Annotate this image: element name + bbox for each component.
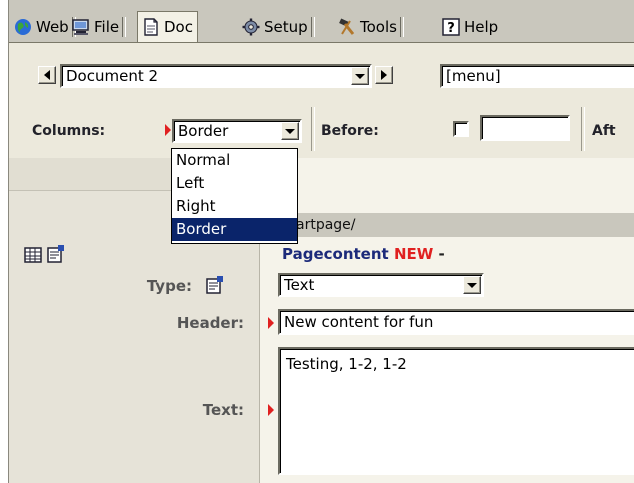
gear-icon (242, 18, 260, 36)
left-margin (0, 0, 8, 483)
columns-dropdown-button[interactable] (281, 122, 299, 140)
tab-doc[interactable]: Doc (137, 11, 198, 42)
before-label: Before: (321, 123, 379, 139)
prev-document-button[interactable] (38, 66, 56, 84)
option-right[interactable]: Right (172, 195, 297, 218)
text-area[interactable]: Testing, 1-2, 1-2 (278, 347, 634, 475)
columns-select[interactable]: Border (172, 119, 302, 143)
text-label: Text: (202, 401, 244, 419)
page-title: Pagecontent NEW - (282, 245, 445, 263)
arrow-left-icon (44, 70, 50, 80)
properties-icon[interactable] (205, 275, 225, 295)
tab-label: Doc (164, 18, 193, 36)
document-select-dropdown-button[interactable] (351, 67, 369, 85)
tab-help[interactable]: ? Help (438, 15, 502, 39)
option-border[interactable]: Border (172, 218, 297, 241)
toolbar-panel: Document 2 [menu] Columns: Border Before… (8, 42, 634, 158)
type-dropdown-button[interactable] (463, 276, 481, 294)
option-normal[interactable]: Normal (172, 149, 297, 172)
properties-icon[interactable] (46, 244, 66, 264)
header-input[interactable]: New content for fun (278, 309, 634, 335)
path-breadcrumb: artpage/ (278, 213, 634, 237)
tab-tools[interactable]: Tools (334, 15, 404, 39)
tab-label: Help (464, 18, 499, 36)
tab-label: File (94, 18, 120, 36)
menu-select[interactable]: [menu] (440, 64, 634, 88)
chevron-down-icon (285, 128, 295, 134)
tab-web[interactable]: Web (10, 15, 76, 39)
before-checkbox[interactable] (453, 121, 469, 137)
tab-file[interactable]: File (68, 15, 127, 39)
type-select[interactable]: Text (278, 273, 484, 297)
svg-text:?: ? (447, 21, 455, 36)
tab-setup[interactable]: Setup (238, 15, 315, 39)
type-label: Type: (146, 277, 192, 295)
help-icon: ? (442, 18, 460, 36)
after-label: Aft (592, 123, 616, 139)
tab-label: Setup (264, 18, 308, 36)
required-marker (165, 124, 171, 136)
header-label: Header: (176, 314, 244, 332)
table-icon[interactable] (24, 246, 42, 264)
required-marker (268, 404, 274, 416)
tab-label: Web (36, 18, 69, 36)
hammer-icon (338, 18, 356, 36)
globe-icon (14, 18, 32, 36)
tab-label: Tools (360, 18, 397, 36)
columns-label: Columns: (32, 123, 106, 139)
option-left[interactable]: Left (172, 172, 297, 195)
columns-dropdown-list[interactable]: Normal Left Right Border (171, 148, 298, 244)
required-marker (268, 317, 274, 329)
new-badge: NEW (393, 245, 434, 263)
computer-icon (72, 18, 90, 36)
arrow-right-icon (381, 70, 387, 80)
tab-bar: Web File Doc Setup Tools ? Help (8, 0, 634, 42)
before-input[interactable] (480, 115, 570, 141)
editor-window: Web File Doc Setup Tools ? Help Document… (0, 0, 634, 483)
document-select[interactable]: Document 2 (60, 64, 372, 88)
chevron-down-icon (467, 282, 477, 288)
document-icon (142, 18, 160, 36)
chevron-down-icon (355, 73, 365, 79)
next-document-button[interactable] (375, 66, 393, 84)
